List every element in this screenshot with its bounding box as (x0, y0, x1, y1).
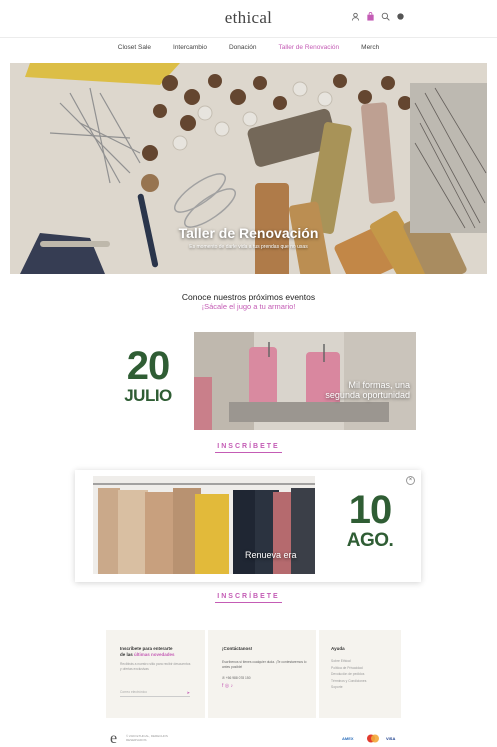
amex-icon: AMEX (342, 736, 354, 741)
nav-item-merch[interactable]: Merch (361, 44, 379, 51)
event2-day: 10 (348, 488, 393, 532)
newsletter-email-input[interactable]: Correo electrónico ➤ (120, 690, 190, 697)
hero-subtitle: Es momento de darle vida a tus prendas q… (189, 244, 308, 250)
nav-item-closet-sale[interactable]: Closet Sale (118, 44, 151, 51)
event2-month: AGO. (346, 530, 394, 551)
tiktok-icon[interactable]: ♪ (231, 683, 234, 689)
event1-caption-line1: Mil formas, una (348, 380, 410, 390)
site-header: ethical (0, 0, 497, 38)
mastercard-icon (366, 734, 380, 744)
event2-signup: INSCRÍBETE (0, 593, 497, 603)
facebook-icon[interactable]: f (222, 683, 223, 689)
visa-icon: VISA (386, 736, 396, 741)
events-subtitle: ¡Sácale el jugo a tu armario! (201, 302, 296, 311)
hero-title: Taller de Renovación (178, 225, 319, 241)
help-link-support[interactable]: Soporte (331, 684, 401, 691)
contact-title: ¡Contáctanos! (222, 646, 253, 651)
header-icons (351, 12, 405, 21)
event2-signup-button[interactable]: INSCRÍBETE (215, 593, 282, 603)
newsletter-text: Recibirás a nuestro sitio para recibir d… (120, 662, 191, 671)
help-title: Ayuda (331, 646, 345, 651)
contact-text: Escríbenos si tienes cualquier duda. ¡Te… (222, 660, 307, 669)
newsletter-title-prefix: de las (120, 652, 133, 657)
search-icon[interactable] (381, 12, 390, 21)
footer-help: Ayuda Sobre Ethical Política de Privacid… (316, 630, 401, 718)
main-nav: Closet Sale Intercambio Donación Taller … (0, 44, 497, 51)
site-logo[interactable]: ethical (0, 8, 497, 28)
footer-brand-tag: © 2023 ETHICAL, DERECHOS RESERVADOS (126, 734, 168, 742)
newsletter-title-highlight: últimas novedades (134, 652, 175, 657)
nav-item-donacion[interactable]: Donación (229, 44, 256, 51)
event2-date: 10 AGO. (327, 490, 413, 552)
event2-caption: Renueva era (245, 550, 297, 560)
nav-item-taller[interactable]: Taller de Renovación (278, 44, 339, 51)
event1-signup-button[interactable]: INSCRÍBETE (215, 443, 282, 453)
event1-signup: INSCRÍBETE (0, 443, 497, 453)
account-icon[interactable] (351, 12, 360, 21)
nav-item-intercambio[interactable]: Intercambio (173, 44, 207, 51)
contact-phone-number: +56 988 078 150 (225, 676, 251, 680)
event1-month: JULIO (124, 386, 172, 405)
social-icons: f ◎ ♪ (222, 683, 308, 689)
instagram-icon[interactable]: ◎ (225, 683, 229, 689)
close-icon[interactable]: × (406, 476, 415, 485)
event1-date: 20 JULIO (110, 346, 186, 406)
phone-icon: ✆ (222, 676, 225, 680)
contact-phone[interactable]: ✆ +56 988 078 150 (222, 676, 308, 681)
email-placeholder: Correo electrónico (120, 690, 147, 694)
send-icon[interactable]: ➤ (187, 690, 190, 695)
event1-image[interactable]: Mil formas, una segunda oportunidad (194, 332, 416, 430)
event1-caption: Mil formas, una segunda oportunidad (325, 380, 410, 400)
hero-image (10, 63, 487, 274)
footer-logo-icon: e (110, 730, 118, 747)
footer-newsletter: Inscríbete para enterarte de las últimas… (106, 630, 202, 718)
footer-contact: ¡Contáctanos! Escríbenos si tienes cualq… (205, 630, 313, 718)
bag-icon[interactable] (366, 12, 375, 21)
hero-banner: Taller de Renovación Es momento de darle… (10, 63, 487, 274)
footer-panel: Inscríbete para enterarte de las últimas… (106, 630, 401, 718)
event1-caption-line2: segunda oportunidad (325, 390, 410, 400)
events-title: Conoce nuestros próximos eventos (181, 292, 316, 302)
event1-day: 20 (126, 344, 171, 388)
menu-icon[interactable] (396, 12, 405, 21)
event2-image[interactable]: Renueva era (93, 476, 315, 574)
event2-card: Renueva era 10 AGO. × (75, 470, 421, 582)
newsletter-title: Inscríbete para enterarte de las últimas… (120, 646, 192, 658)
